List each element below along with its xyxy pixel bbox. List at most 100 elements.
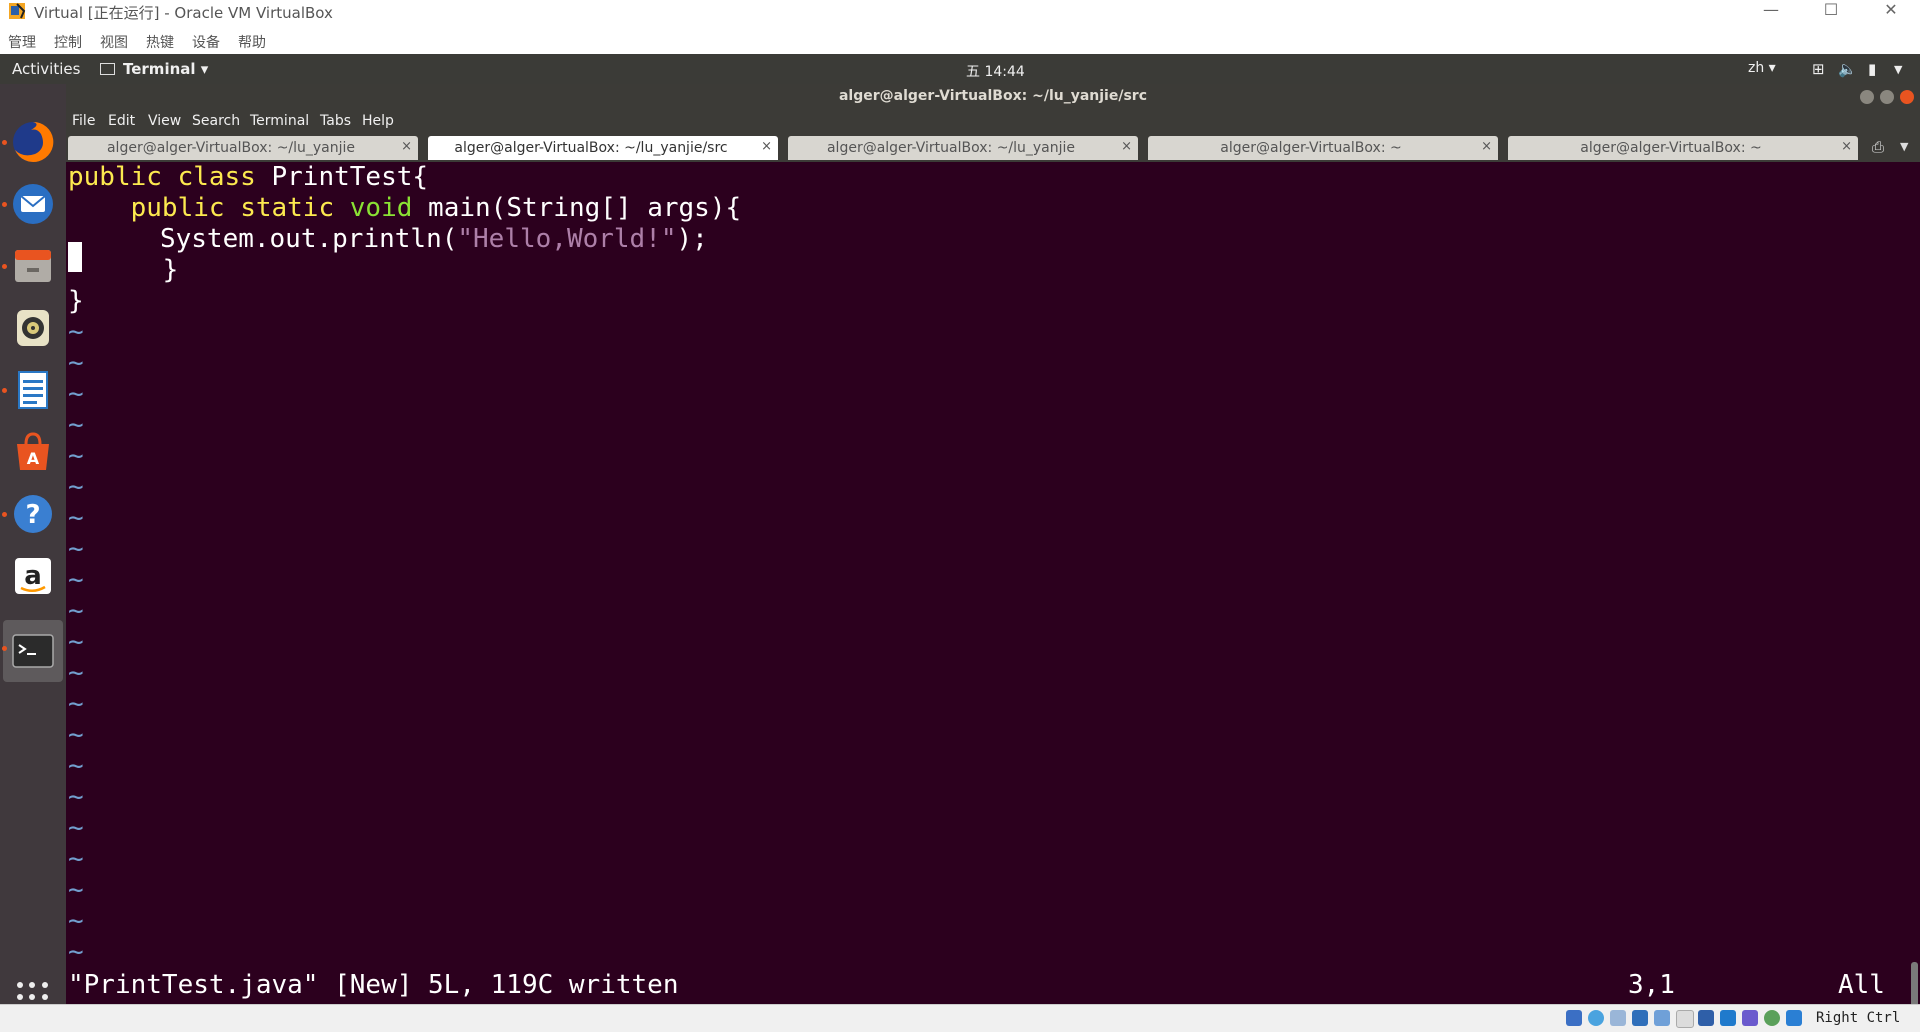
empty-line-tilde: ~ <box>68 627 84 657</box>
menu-devices[interactable]: 设备 <box>192 32 220 52</box>
tab-close-icon[interactable]: × <box>401 139 412 154</box>
menu-view[interactable]: 视图 <box>100 32 128 52</box>
shared-folders-icon[interactable] <box>1676 1010 1694 1028</box>
menu-help[interactable]: Help <box>362 113 394 129</box>
menu-terminal[interactable]: Terminal <box>250 113 309 129</box>
menu-search[interactable]: Search <box>192 113 240 129</box>
code-text: PrintTest{ <box>255 162 429 192</box>
close-button[interactable]: ✕ <box>1868 0 1914 22</box>
window-title: Virtual [正在运行] - Oracle VM VirtualBox <box>34 4 333 22</box>
terminal-content[interactable]: public class PrintTest{ public static vo… <box>66 162 1910 1004</box>
empty-line-tilde: ~ <box>68 689 84 719</box>
battery-icon[interactable]: ▮ <box>1868 60 1876 78</box>
tabs-menu-chevron-icon[interactable]: ▼ <box>1900 140 1908 153</box>
code-line-5: } <box>68 286 84 316</box>
terminal-window-title: alger@alger-VirtualBox: ~/lu_yanjie/src <box>838 88 1147 104</box>
volume-icon[interactable]: 🔈 <box>1838 60 1857 78</box>
tab-label: alger@alger-VirtualBox: ~ <box>1580 140 1762 156</box>
code-line-1: public class PrintTest{ <box>68 162 428 193</box>
system-menu-chevron-icon[interactable]: ▼ <box>1894 63 1902 76</box>
terminal-tabbar: alger@alger-VirtualBox: ~/lu_yanjie × al… <box>66 134 1920 162</box>
menu-edit[interactable]: Edit <box>108 113 135 129</box>
code-text: ); <box>676 224 708 254</box>
empty-line-tilde: ~ <box>68 410 84 440</box>
libreoffice-writer-icon[interactable] <box>9 366 57 414</box>
rhythmbox-icon[interactable] <box>9 304 57 352</box>
empty-line-tilde: ~ <box>68 348 84 378</box>
menu-file[interactable]: File <box>72 113 95 129</box>
keyword: public static <box>130 193 335 223</box>
string-literal: "Hello,World!" <box>457 224 677 254</box>
vbox-titlebar: Virtual [正在运行] - Oracle VM VirtualBox — … <box>0 0 1920 22</box>
gnome-topbar: Activities Terminal ▾ 五 14:44 zh ▾ ⊞ 🔈 ▮… <box>0 54 1920 84</box>
firefox-icon[interactable] <box>9 118 57 166</box>
terminal-maximize-icon[interactable] <box>1880 90 1894 104</box>
network-icon[interactable]: ⊞ <box>1812 60 1825 78</box>
tab-close-icon[interactable]: × <box>1841 139 1852 154</box>
display-icon[interactable] <box>1698 1010 1714 1026</box>
empty-line-tilde: ~ <box>68 782 84 812</box>
tab-3[interactable]: alger@alger-VirtualBox: ~/lu_yanjie × <box>788 136 1138 160</box>
empty-line-tilde: ~ <box>68 875 84 905</box>
menu-view[interactable]: View <box>148 113 181 129</box>
tab-4[interactable]: alger@alger-VirtualBox: ~ × <box>1148 136 1498 160</box>
new-tab-icon[interactable]: ⎙ <box>1872 138 1884 156</box>
vim-cursor-position: 3,1 <box>1628 970 1675 1000</box>
tab-label: alger@alger-VirtualBox: ~/lu_yanjie <box>826 140 1076 156</box>
optical-drive-icon[interactable] <box>1588 1010 1604 1026</box>
empty-line-tilde: ~ <box>68 565 84 595</box>
app-menu-button[interactable]: Terminal ▾ <box>100 60 208 78</box>
show-applications-icon[interactable] <box>17 982 49 1004</box>
empty-line-tilde: ~ <box>68 534 84 564</box>
virtualbox-app-icon <box>9 3 26 19</box>
video-capture-icon[interactable] <box>1720 1010 1736 1026</box>
menu-control[interactable]: 控制 <box>54 32 82 52</box>
empty-line-tilde: ~ <box>68 813 84 843</box>
help-icon[interactable]: ? <box>9 490 57 538</box>
terminal-close-icon[interactable] <box>1900 90 1914 104</box>
tab-1[interactable]: alger@alger-VirtualBox: ~/lu_yanjie × <box>68 136 418 160</box>
tab-5[interactable]: alger@alger-VirtualBox: ~ × <box>1508 136 1858 160</box>
minimize-button[interactable]: — <box>1748 0 1794 22</box>
vbox-menubar: 管理 控制 视图 热键 设备 帮助 <box>0 22 1920 54</box>
code-text: main(String[] args){ <box>412 193 742 223</box>
tab-close-icon[interactable]: × <box>1481 139 1492 154</box>
software-center-icon[interactable]: A <box>9 428 57 476</box>
amazon-icon[interactable]: a <box>9 552 57 600</box>
audio-icon[interactable] <box>1610 1010 1626 1026</box>
vbox-statusbar: Right Ctrl <box>0 1004 1920 1032</box>
virtualization-icon[interactable] <box>1742 1010 1758 1026</box>
network-adapter-icon[interactable] <box>1632 1010 1648 1026</box>
activities-button[interactable]: Activities <box>12 60 80 78</box>
menu-tabs[interactable]: Tabs <box>320 113 351 129</box>
input-language-indicator[interactable]: zh ▾ <box>1748 60 1776 76</box>
files-icon[interactable] <box>9 242 57 290</box>
empty-line-tilde: ~ <box>68 658 84 688</box>
menu-hotkeys[interactable]: 热键 <box>146 32 174 52</box>
tab-close-icon[interactable]: × <box>761 139 772 154</box>
running-indicator <box>2 646 7 651</box>
keyboard-capture-icon[interactable] <box>1786 1010 1802 1026</box>
empty-line-tilde: ~ <box>68 503 84 533</box>
tab-2[interactable]: alger@alger-VirtualBox: ~/lu_yanjie/src … <box>428 136 778 160</box>
svg-text:A: A <box>27 449 40 468</box>
menu-manage[interactable]: 管理 <box>8 32 36 52</box>
menu-help[interactable]: 帮助 <box>238 32 266 52</box>
empty-line-tilde: ~ <box>68 317 84 347</box>
empty-line-tilde: ~ <box>68 441 84 471</box>
scrollbar-thumb[interactable] <box>1911 962 1918 1004</box>
terminal-icon[interactable] <box>9 627 57 675</box>
svg-text:a: a <box>24 561 42 591</box>
thunderbird-icon[interactable] <box>9 180 57 228</box>
tab-label: alger@alger-VirtualBox: ~ <box>1220 140 1402 156</box>
clock[interactable]: 五 14:44 <box>966 61 1025 81</box>
mouse-integration-icon[interactable] <box>1764 1010 1780 1026</box>
hard-disk-icon[interactable] <box>1566 1010 1582 1026</box>
terminal-scrollbar[interactable] <box>1910 162 1920 1004</box>
terminal-minimize-icon[interactable] <box>1860 90 1874 104</box>
tab-close-icon[interactable]: × <box>1121 139 1132 154</box>
usb-icon[interactable] <box>1654 1010 1670 1026</box>
app-menu-label: Terminal ▾ <box>123 60 209 78</box>
maximize-button[interactable]: ☐ <box>1808 0 1854 22</box>
code-line-3: System.out.println("Hello,World!"); <box>113 224 708 255</box>
